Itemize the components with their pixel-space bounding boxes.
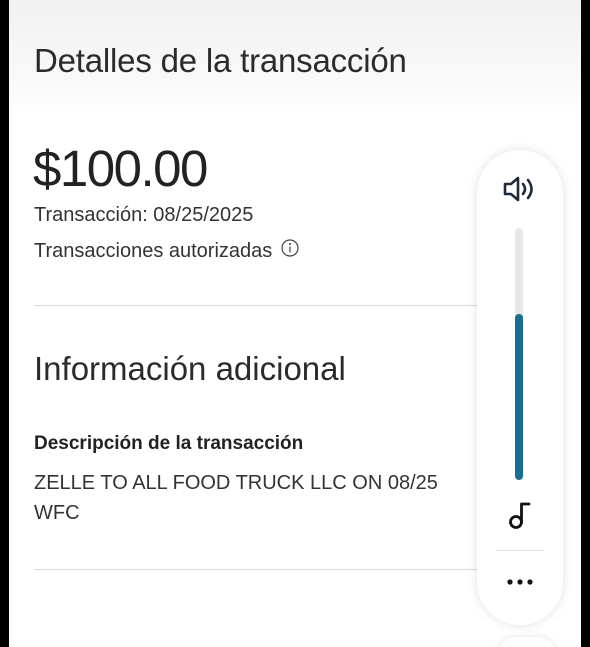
volume-slider-fill <box>515 313 523 480</box>
speaker-icon[interactable] <box>501 174 539 204</box>
description-line: WFC <box>34 502 80 524</box>
page-title: Detalles de la transacción <box>34 42 407 79</box>
divider <box>34 569 504 570</box>
volume-panel <box>477 150 563 625</box>
divider <box>34 305 504 306</box>
header-bar: Detalles de la transacción <box>9 0 581 110</box>
panel-divider <box>496 550 544 551</box>
section-title-additional-info: Información adicional <box>34 350 346 387</box>
description-label: Descripción de la transacción <box>34 433 304 454</box>
transaction-status: Transacciones autorizadas <box>34 240 273 262</box>
description-line: ZELLE TO ALL FOOD TRUCK LLC ON 08/25 <box>34 472 438 494</box>
music-note-icon[interactable] <box>507 500 533 530</box>
more-icon[interactable] <box>502 575 538 587</box>
transaction-details-screen: Detalles de la transacción $100.00 Trans… <box>9 0 581 647</box>
volume-slider[interactable] <box>515 228 523 480</box>
transaction-amount: $100.00 <box>33 140 208 197</box>
info-icon[interactable] <box>281 238 299 257</box>
transaction-date: Transacción: 08/25/2025 <box>34 204 254 226</box>
description-value: ZELLE TO ALL FOOD TRUCK LLC ON 08/25 WFC <box>34 468 484 528</box>
secondary-panel-edge <box>497 637 557 647</box>
transaction-status-row: Transacciones autorizadas <box>34 238 299 263</box>
